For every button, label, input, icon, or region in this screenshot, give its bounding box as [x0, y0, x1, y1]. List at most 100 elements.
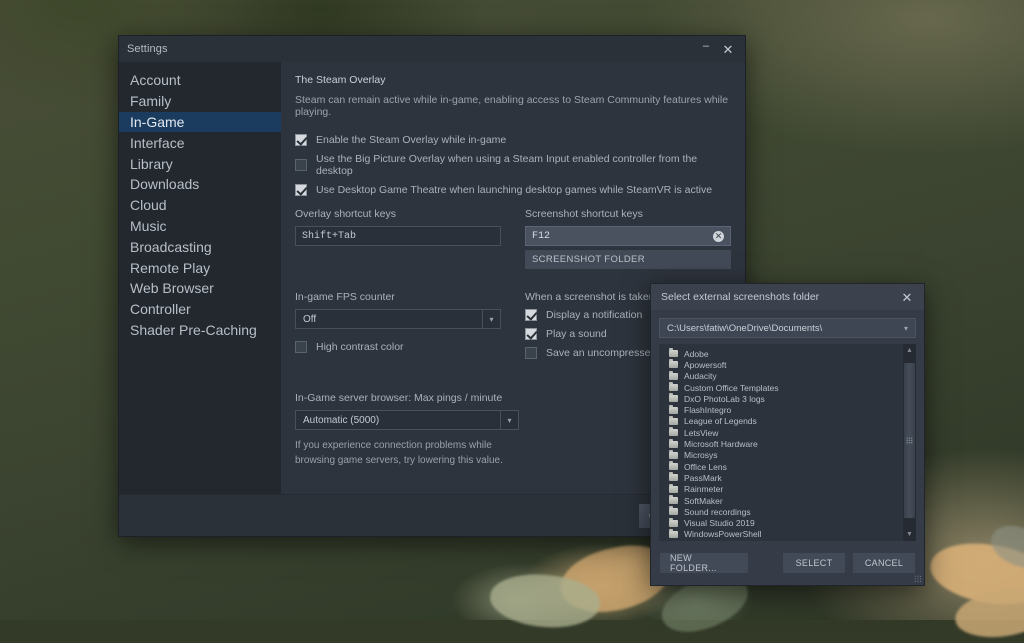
chevron-down-icon[interactable]: ▾ [482, 310, 500, 328]
folder-name: Rainmeter [684, 484, 723, 494]
list-item[interactable]: Microsoft Hardware [659, 438, 903, 449]
folder-icon [669, 407, 678, 414]
close-icon[interactable]: ✕ [896, 287, 918, 307]
sidebar-item-label: Library [130, 156, 173, 172]
sidebar-item-broadcasting[interactable]: Broadcasting [119, 236, 281, 257]
screenshot-shortcut-input[interactable]: F12 ✕ [525, 226, 731, 246]
sidebar-item-in-game[interactable]: In-Game [119, 112, 281, 133]
checkbox-icon[interactable] [295, 134, 307, 146]
fps-counter-value: Off [303, 314, 482, 325]
list-item[interactable]: SoftMaker [659, 495, 903, 506]
sidebar-item-library[interactable]: Library [119, 153, 281, 174]
screenshot-shortcut-column: Screenshot shortcut keys F12 ✕ SCREENSHO… [525, 208, 731, 269]
settings-sidebar: Account Family In-Game Interface Library… [119, 62, 281, 494]
scroll-up-icon[interactable]: ▲ [903, 344, 916, 357]
folder-name: Apowersoft [684, 360, 727, 370]
chevron-down-icon[interactable]: ▾ [500, 411, 518, 429]
sidebar-item-downloads[interactable]: Downloads [119, 174, 281, 195]
server-browser-select[interactable]: Automatic (5000) ▾ [295, 410, 519, 430]
sidebar-item-music[interactable]: Music [119, 216, 281, 237]
sidebar-item-controller[interactable]: Controller [119, 299, 281, 320]
dialog-titlebar[interactable]: Select external screenshots folder ✕ [651, 284, 924, 310]
fps-counter-select[interactable]: Off ▾ [295, 309, 501, 329]
sidebar-item-web-browser[interactable]: Web Browser [119, 278, 281, 299]
checkbox-icon[interactable] [295, 159, 307, 171]
overlay-shortcut-input[interactable]: Shift+Tab [295, 226, 501, 246]
list-item[interactable]: Office Lens [659, 461, 903, 472]
list-item[interactable]: FlashIntegro [659, 404, 903, 415]
list-item[interactable]: PassMark [659, 472, 903, 483]
sidebar-item-account[interactable]: Account [119, 70, 281, 91]
folder-icon [669, 418, 678, 425]
list-item[interactable]: Apowersoft [659, 359, 903, 370]
scrollbar-track[interactable] [903, 357, 916, 528]
checkbox-label: Save an uncompressed [546, 347, 656, 359]
checkbox-high-contrast-color[interactable]: High contrast color [295, 341, 501, 353]
cancel-button[interactable]: CANCEL [853, 553, 915, 573]
checkbox-enable-steam-overlay[interactable]: Enable the Steam Overlay while in-game [295, 134, 731, 146]
folder-icon [669, 452, 678, 459]
checkbox-icon[interactable] [295, 341, 307, 353]
screenshot-folder-button[interactable]: SCREENSHOT FOLDER [525, 250, 731, 269]
sidebar-item-label: Music [130, 218, 167, 234]
path-dropdown[interactable]: C:\Users\fatiw\OneDrive\Documents\ ▾ [659, 318, 916, 338]
overlay-shortcut-value: Shift+Tab [302, 231, 494, 242]
minimize-icon[interactable]: – [695, 39, 717, 59]
checkbox-icon[interactable] [525, 328, 537, 340]
folder-list-container: Adobe Apowersoft Audacity Custom Office … [659, 344, 916, 541]
checkbox-label: Use Desktop Game Theatre when launching … [316, 184, 712, 196]
checkbox-label: Use the Big Picture Overlay when using a… [316, 153, 731, 177]
list-item[interactable]: LetsView [659, 427, 903, 438]
folder-icon [669, 429, 678, 436]
folder-name: Audacity [684, 371, 717, 381]
server-browser-label: In-Game server browser: Max pings / minu… [295, 392, 519, 404]
sidebar-item-shader-pre-caching[interactable]: Shader Pre-Caching [119, 320, 281, 341]
sidebar-item-interface[interactable]: Interface [119, 132, 281, 153]
list-item[interactable]: League of Legends [659, 416, 903, 427]
folder-name: League of Legends [684, 416, 757, 426]
folder-name: FlashIntegro [684, 405, 731, 415]
list-item[interactable]: Rainmeter [659, 484, 903, 495]
section-title: The Steam Overlay [295, 74, 731, 86]
list-item[interactable]: Audacity [659, 371, 903, 382]
folder-name: DxO PhotoLab 3 logs [684, 394, 765, 404]
select-button[interactable]: SELECT [783, 553, 845, 573]
sidebar-item-family[interactable]: Family [119, 91, 281, 112]
folder-list[interactable]: Adobe Apowersoft Audacity Custom Office … [659, 344, 903, 541]
list-item[interactable]: DxO PhotoLab 3 logs [659, 393, 903, 404]
server-browser-hint: If you experience connection problems wh… [295, 439, 519, 468]
list-item[interactable]: Sound recordings [659, 506, 903, 517]
folder-name: Office Lens [684, 462, 727, 472]
list-item[interactable]: Visual Studio 2019 [659, 517, 903, 528]
list-item[interactable]: WindowsPowerShell [659, 529, 903, 540]
scroll-down-icon[interactable]: ▼ [903, 528, 916, 541]
chevron-down-icon[interactable]: ▾ [897, 319, 915, 337]
sidebar-item-label: Shader Pre-Caching [130, 322, 257, 338]
server-browser-section: In-Game server browser: Max pings / minu… [295, 392, 519, 468]
checkbox-icon[interactable] [525, 309, 537, 321]
folder-icon [669, 373, 678, 380]
overlay-shortcut-label: Overlay shortcut keys [295, 208, 501, 220]
folder-list-scrollbar[interactable]: ▲ ▼ [903, 344, 916, 541]
resize-grip-icon[interactable] [914, 575, 922, 583]
screenshot-shortcut-value: F12 [532, 231, 713, 242]
folder-name: Adobe [684, 349, 709, 359]
folder-name: WindowsPowerShell [684, 529, 761, 539]
list-item[interactable]: Microsys [659, 450, 903, 461]
checkbox-big-picture-overlay[interactable]: Use the Big Picture Overlay when using a… [295, 153, 731, 177]
list-item[interactable]: Adobe [659, 348, 903, 359]
checkbox-desktop-game-theatre[interactable]: Use Desktop Game Theatre when launching … [295, 184, 731, 196]
checkbox-icon[interactable] [295, 184, 307, 196]
new-folder-button[interactable]: NEW FOLDER... [660, 553, 748, 573]
folder-name: SoftMaker [684, 496, 723, 506]
list-item[interactable]: Custom Office Templates [659, 382, 903, 393]
clear-icon[interactable]: ✕ [713, 231, 724, 242]
sidebar-item-label: Cloud [130, 197, 167, 213]
settings-titlebar[interactable]: Settings – ✕ [119, 36, 745, 62]
settings-window-title: Settings [127, 43, 168, 55]
checkbox-icon[interactable] [525, 347, 537, 359]
sidebar-item-cloud[interactable]: Cloud [119, 195, 281, 216]
close-icon[interactable]: ✕ [717, 39, 739, 59]
sidebar-item-remote-play[interactable]: Remote Play [119, 257, 281, 278]
scrollbar-thumb[interactable] [904, 363, 915, 518]
